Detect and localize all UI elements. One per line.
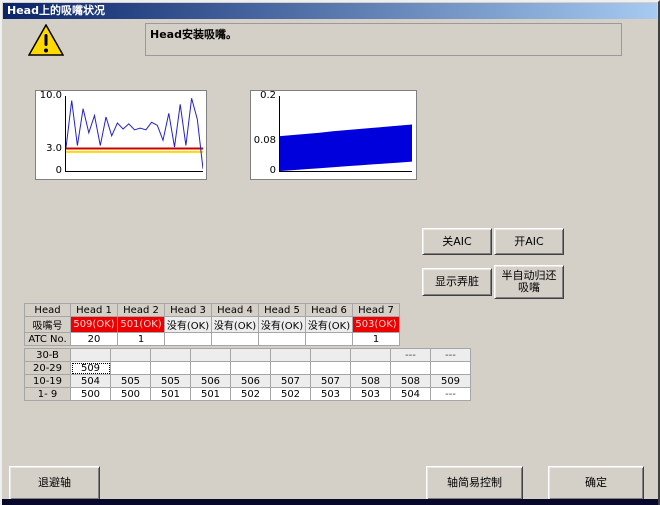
head-column-header: Head 4 bbox=[212, 304, 259, 317]
retract-axis-button[interactable]: 退避轴 bbox=[9, 466, 100, 500]
head-column-header: Head 5 bbox=[259, 304, 306, 317]
atc-station-cell[interactable]: 500 bbox=[111, 388, 151, 401]
head-status-cell bbox=[165, 333, 212, 346]
dialog-window: Head上的吸嘴状况 Head安装吸嘴。 10.0 3.0 0 0.2 0.08 0 关… bbox=[0, 0, 660, 505]
show-dirt-button[interactable]: 显示弄脏 bbox=[422, 268, 492, 296]
head-status-cell: 503(OK) bbox=[353, 317, 400, 333]
atc-station-cell[interactable]: 509 bbox=[431, 375, 471, 388]
row-label: ATC No. bbox=[25, 333, 71, 346]
atc-station-cell[interactable]: 508 bbox=[351, 375, 391, 388]
warning-icon bbox=[28, 24, 64, 56]
atc-station-cell[interactable]: 503 bbox=[351, 388, 391, 401]
atc-range-label: 30-B bbox=[25, 349, 71, 362]
atc-station-cell[interactable]: 504 bbox=[71, 375, 111, 388]
atc-station-cell[interactable]: 508 bbox=[391, 375, 431, 388]
y-axis-tick-label: 0 bbox=[251, 165, 276, 176]
atc-station-cell[interactable]: 500 bbox=[71, 388, 111, 401]
atc-station-cell[interactable] bbox=[391, 362, 431, 375]
y-axis-tick-label: 0.2 bbox=[251, 90, 276, 101]
window-title: Head上的吸嘴状况 bbox=[7, 4, 105, 17]
atc-station-cell[interactable] bbox=[231, 349, 271, 362]
atc-station-cell[interactable] bbox=[71, 349, 111, 362]
atc-station-cell[interactable]: 505 bbox=[111, 375, 151, 388]
atc-station-cell[interactable]: 502 bbox=[231, 388, 271, 401]
atc-station-cell[interactable] bbox=[111, 349, 151, 362]
head-column-header: Head bbox=[25, 304, 71, 317]
head-status-cell: 没有(OK) bbox=[165, 317, 212, 333]
axis-simple-control-button[interactable]: 轴简易控制 bbox=[426, 466, 523, 500]
head-status-cell: 509(OK) bbox=[71, 317, 118, 333]
atc-station-cell[interactable] bbox=[151, 362, 191, 375]
atc-station-cell[interactable]: 506 bbox=[231, 375, 271, 388]
y-axis-tick-label: 0 bbox=[36, 165, 62, 176]
aic-on-button[interactable]: 开AIC bbox=[494, 228, 564, 255]
head-column-header: Head 1 bbox=[71, 304, 118, 317]
atc-station-cell[interactable]: 505 bbox=[151, 375, 191, 388]
atc-station-cell[interactable] bbox=[431, 362, 471, 375]
head-status-cell bbox=[306, 333, 353, 346]
atc-station-cell[interactable]: 504 bbox=[391, 388, 431, 401]
atc-station-cell[interactable]: 506 bbox=[191, 375, 231, 388]
atc-station-cell[interactable]: 501 bbox=[191, 388, 231, 401]
head-status-cell bbox=[259, 333, 306, 346]
atc-station-cell[interactable] bbox=[351, 349, 391, 362]
atc-station-cell[interactable] bbox=[191, 362, 231, 375]
atc-station-cell[interactable] bbox=[271, 349, 311, 362]
head-column-header: Head 6 bbox=[306, 304, 353, 317]
y-axis-tick-label: 10.0 bbox=[36, 90, 62, 101]
chart-plot-area bbox=[65, 96, 203, 172]
atc-station-cell[interactable] bbox=[111, 362, 151, 375]
atc-station-cell[interactable] bbox=[231, 362, 271, 375]
y-axis-tick-label: 3.0 bbox=[36, 143, 62, 154]
vacuum-line-chart: 10.0 3.0 0 bbox=[35, 90, 207, 180]
atc-range-label: 20-29 bbox=[25, 362, 71, 375]
head-column-header: Head 3 bbox=[165, 304, 212, 317]
atc-range-label: 1- 9 bbox=[25, 388, 71, 401]
message-box: Head安装吸嘴。 bbox=[145, 23, 622, 56]
head-status-cell: 1 bbox=[353, 333, 400, 346]
atc-station-cell[interactable]: 502 bbox=[271, 388, 311, 401]
atc-station-table: 30-B------20-2950910-1950450550550650650… bbox=[24, 348, 471, 401]
titlebar[interactable]: Head上的吸嘴状况 bbox=[3, 3, 657, 19]
head-status-cell: 501(OK) bbox=[118, 317, 165, 333]
head-status-cell: 没有(OK) bbox=[212, 317, 259, 333]
head-column-header: Head 2 bbox=[118, 304, 165, 317]
atc-station-cell[interactable] bbox=[151, 349, 191, 362]
row-label: 吸嘴号 bbox=[25, 317, 71, 333]
head-status-cell: 1 bbox=[118, 333, 165, 346]
head-status-cell: 20 bbox=[71, 333, 118, 346]
semi-auto-return-nozzle-button[interactable]: 半自动归还吸嘴 bbox=[494, 265, 564, 299]
head-status-cell: 没有(OK) bbox=[259, 317, 306, 333]
atc-station-cell[interactable]: 503 bbox=[311, 388, 351, 401]
head-status-cell: 没有(OK) bbox=[306, 317, 353, 333]
atc-station-cell[interactable]: --- bbox=[431, 388, 471, 401]
atc-station-cell[interactable] bbox=[311, 362, 351, 375]
atc-station-cell[interactable] bbox=[351, 362, 391, 375]
atc-station-cell[interactable] bbox=[311, 349, 351, 362]
head-nozzle-table: HeadHead 1Head 2Head 3Head 4Head 5Head 6… bbox=[24, 303, 400, 346]
head-status-cell bbox=[212, 333, 259, 346]
atc-range-label: 10-19 bbox=[25, 375, 71, 388]
atc-station-cell[interactable] bbox=[271, 362, 311, 375]
ok-button[interactable]: 确定 bbox=[548, 466, 644, 500]
head-column-header: Head 7 bbox=[353, 304, 400, 317]
window-bottom-edge bbox=[2, 499, 658, 505]
y-axis-tick-label: 0.08 bbox=[251, 135, 276, 146]
atc-station-cell[interactable] bbox=[191, 349, 231, 362]
atc-station-cell[interactable]: --- bbox=[391, 349, 431, 362]
atc-station-cell[interactable]: 507 bbox=[311, 375, 351, 388]
atc-station-cell[interactable]: 509 bbox=[71, 362, 111, 375]
aic-off-button[interactable]: 关AIC bbox=[422, 228, 492, 255]
message-text: Head安装吸嘴。 bbox=[150, 28, 237, 41]
flow-band-chart: 0.2 0.08 0 bbox=[250, 90, 417, 180]
chart-plot-area bbox=[279, 96, 412, 172]
atc-station-cell[interactable]: 507 bbox=[271, 375, 311, 388]
atc-station-cell[interactable]: 501 bbox=[151, 388, 191, 401]
atc-station-cell[interactable]: --- bbox=[431, 349, 471, 362]
